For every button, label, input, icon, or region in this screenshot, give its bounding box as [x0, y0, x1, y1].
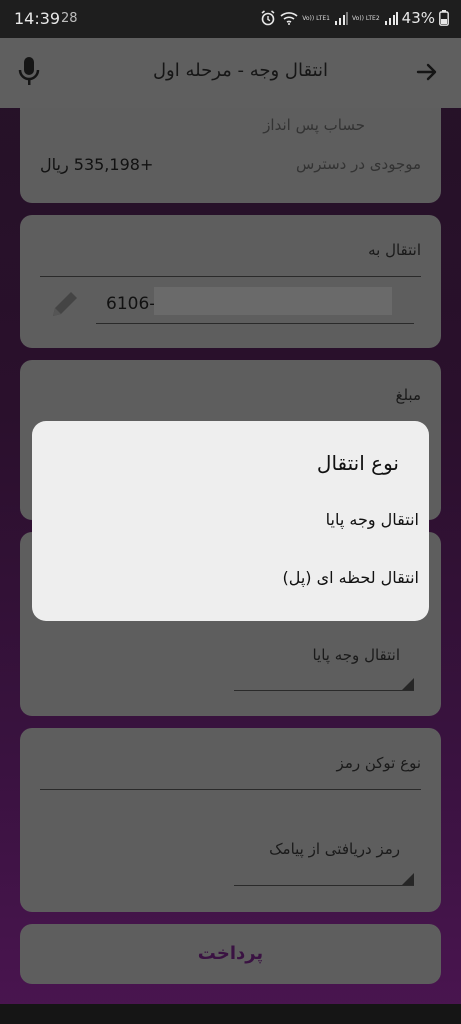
lte2-label: Vo)) LTE2	[351, 14, 380, 22]
account-name: حساب پس انداز	[263, 116, 365, 134]
transfer-type-selected: انتقال وجه پایا	[312, 646, 400, 664]
status-icons: Vo)) LTE1 Vo)) LTE2 43%	[260, 9, 449, 27]
page-title: انتقال وجه - مرحله اول	[152, 60, 329, 81]
divider	[40, 789, 421, 790]
status-bar: 14:39 28 Vo)) LTE1 Vo)) LTE2 43%	[0, 0, 461, 38]
system-nav-bar	[0, 1004, 461, 1024]
token-selected: رمز دریافتی از پیامک	[269, 840, 400, 858]
battery-icon	[439, 10, 449, 26]
battery-percent: 43%	[401, 9, 435, 27]
balance-value: +535,198 ریال	[40, 155, 154, 174]
dropdown-arrow-icon	[402, 678, 414, 690]
dialog-title: نوع انتقال	[316, 451, 399, 475]
app-toolbar: انتقال وجه - مرحله اول	[0, 38, 461, 108]
balance-label: موجودی در دسترس	[295, 155, 421, 173]
account-number-value: 6106-	[106, 294, 156, 314]
redacted-block	[154, 287, 392, 315]
dropdown-underline	[234, 690, 414, 691]
signal2-icon	[384, 12, 398, 25]
status-date: 28	[61, 11, 78, 26]
pencil-icon[interactable]	[48, 287, 82, 321]
lte1-label: Vo)) LTE1	[302, 14, 330, 22]
dialog-option-pol[interactable]: انتقال لحظه ای (پل)	[282, 568, 419, 587]
amount-label: مبلغ	[395, 386, 421, 404]
divider	[40, 276, 421, 277]
transfer-type-dropdown[interactable]: انتقال وجه پایا	[234, 632, 414, 692]
dialog-option-paya[interactable]: انتقال وجه پایا	[326, 510, 419, 529]
signal1-icon	[334, 12, 348, 25]
dropdown-underline	[234, 885, 414, 886]
account-card: حساب پس انداز موجودی در دسترس +535,198 ر…	[20, 108, 441, 203]
transfer-to-card: انتقال به 6106-	[20, 215, 441, 348]
alarm-icon	[261, 10, 275, 26]
account-number-field[interactable]: 6106-	[96, 287, 414, 324]
dropdown-arrow-icon	[402, 873, 414, 885]
token-dropdown[interactable]: رمز دریافتی از پیامک	[234, 822, 414, 886]
arrow-right-icon[interactable]	[415, 60, 439, 84]
transfer-to-label: انتقال به	[368, 241, 421, 259]
status-time: 14:39	[14, 9, 61, 28]
token-card: نوع توکن رمز رمز دریافتی از پیامک	[20, 728, 441, 912]
transfer-type-dialog: نوع انتقال انتقال وجه پایا انتقال لحظه ا…	[32, 421, 429, 621]
token-label: نوع توکن رمز	[336, 754, 421, 772]
wifi-icon	[280, 12, 298, 25]
pay-button[interactable]: پرداخت	[20, 924, 441, 984]
